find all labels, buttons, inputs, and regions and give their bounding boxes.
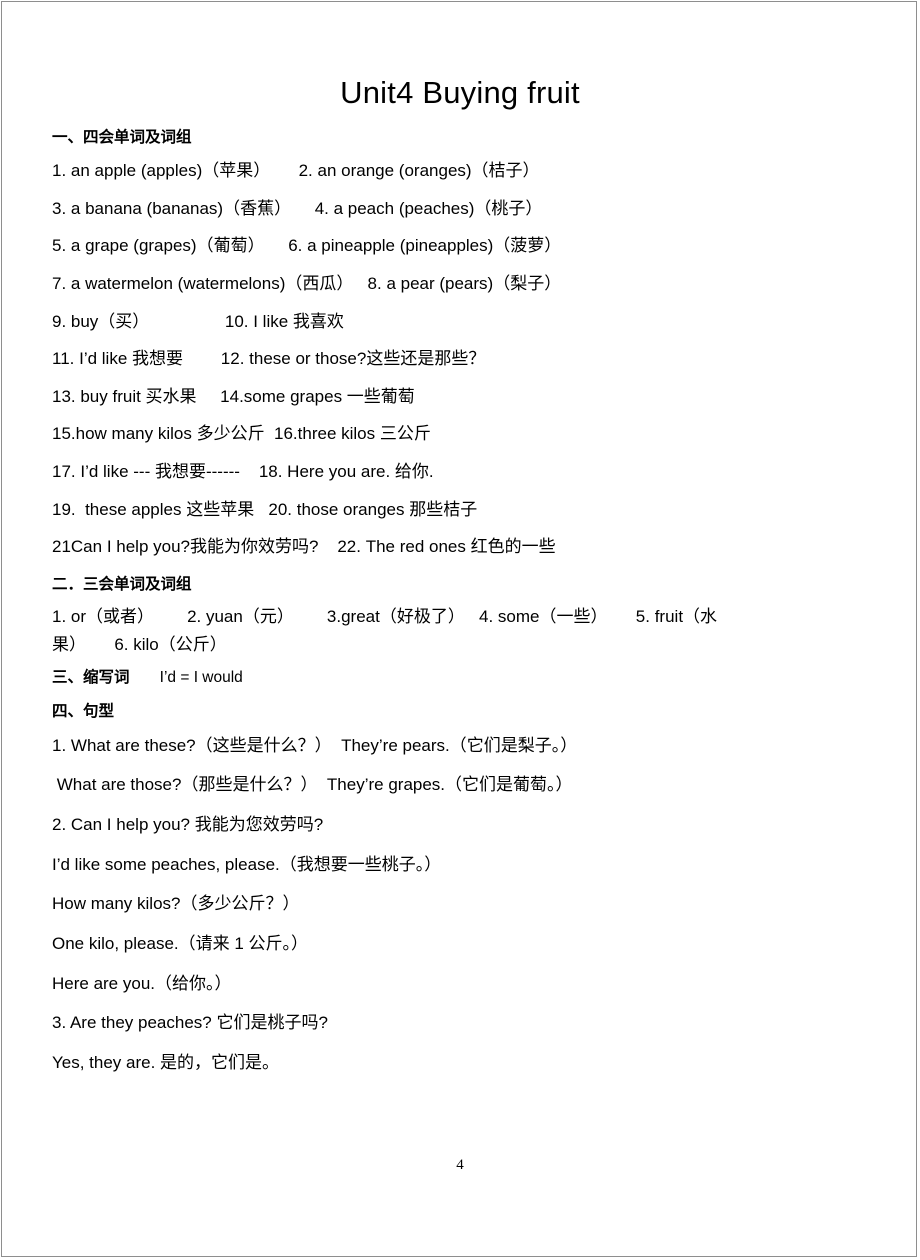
vocab-line-wrapped: 1. or（或者） 2. yuan（元） 3.great（好极了） 4. som… [52, 599, 868, 659]
section-heading-four: 四、句型 [52, 702, 115, 720]
sentence-line: One kilo, please.（请来 1 公斤。） [52, 934, 309, 953]
contraction-text: I’d = I would [129, 669, 243, 687]
vocab-line: 21Can I help you?我能为你效劳吗? 22. The red on… [52, 537, 556, 557]
vocab-line: 7. a watermelon (watermelons)（西瓜） 8. a p… [52, 273, 562, 293]
sentence-line: Here are you.（给你。） [52, 973, 232, 993]
vocab-line-part-two: 果） 6. kilo（公斤） [52, 634, 227, 654]
vocab-line: 19. these apples 这些苹果 20. those oranges … [52, 499, 478, 519]
vocab-line: 17. I’d like --- 我想要------ 18. Here you … [52, 462, 434, 482]
sentence-line: What are those?（那些是什么？） They’re grapes.（… [52, 775, 573, 795]
vocab-line: 13. buy fruit 买水果 14.some grapes 一些葡萄 [52, 386, 415, 406]
vocab-line: 11. I’d like 我想要 12. these or those?这些还是… [52, 349, 486, 369]
section-heading-two: 二．三会单词及词组 [52, 576, 192, 594]
section-heading-one: 一、四会单词及词组 [52, 128, 192, 146]
vocab-line: 15.how many kilos 多少公斤 16.three kilos 三公… [52, 424, 431, 444]
page-number: 4 [456, 1157, 464, 1173]
sentence-line: How many kilos?（多少公斤？） [52, 894, 300, 914]
section-heading-three-label: 三、缩写词 [52, 669, 130, 687]
sentence-line: 3. Are they peaches? 它们是桃子吗? [52, 1013, 328, 1033]
document-body: Unit4 Buying fruit 一、四会单词及词组 1. an apple… [0, 0, 920, 1260]
section-heading-three: 三、缩写词 I’d = I would [52, 659, 868, 692]
vocab-line: 3. a banana (bananas)（香蕉） 4. a peach (pe… [52, 198, 543, 218]
sentence-line: 1. What are these?（这些是什么？） They’re pears… [52, 735, 578, 755]
vocab-line: 9. buy（买） 10. I like 我喜欢 [52, 311, 344, 331]
vocab-line-part-one: 1. or（或者） 2. yuan（元） 3.great（好极了） 4. som… [52, 607, 718, 627]
vocab-line: 1. an apple (apples)（苹果） 2. an orange (o… [52, 161, 540, 180]
sentence-line: 2. Can I help you? 我能为您效劳吗? [52, 815, 324, 835]
page-title: Unit4 Buying fruit [340, 75, 580, 110]
sentence-line: I’d like some peaches, please.（我想要一些桃子。） [52, 854, 442, 874]
sentence-line: Yes, they are. 是的，它们是。 [52, 1052, 280, 1072]
vocab-line: 5. a grape (grapes)（葡萄） 6. a pineapple (… [52, 236, 562, 256]
